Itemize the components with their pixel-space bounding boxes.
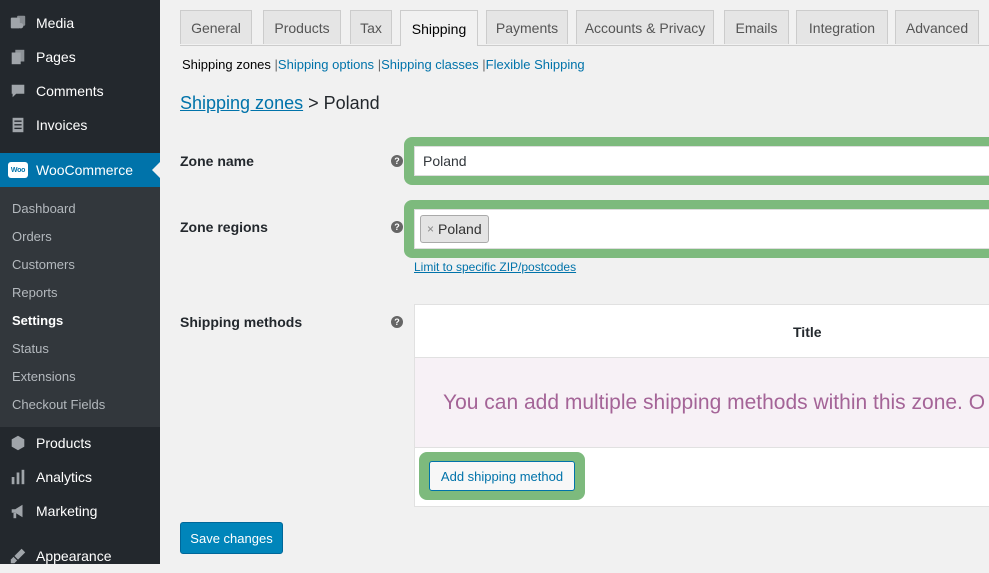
menu-item-invoices[interactable]: Invoices (0, 108, 160, 142)
tab-tax[interactable]: Tax (350, 10, 392, 44)
menu-item-pages[interactable]: Pages (0, 40, 160, 74)
column-title: Title (793, 324, 822, 340)
zone-name-label: Zone name (180, 153, 254, 169)
menu-label-marketing: Marketing (36, 503, 98, 519)
admin-sidebar: Media Pages Comments Invoices Woo WooCom… (0, 0, 160, 564)
menu-item-marketing[interactable]: Marketing (0, 494, 160, 528)
comments-icon (8, 81, 28, 101)
help-icon[interactable]: ? (391, 316, 403, 328)
submenu-dashboard[interactable]: Dashboard (12, 201, 76, 216)
blank-state-message: You can add multiple shipping methods wi… (443, 391, 986, 414)
help-icon[interactable]: ? (391, 155, 403, 167)
subsection-flexible-shipping[interactable]: Flexible Shipping (486, 57, 585, 72)
submenu-orders[interactable]: Orders (12, 229, 52, 244)
media-icon (8, 13, 28, 33)
woocommerce-submenu: Dashboard Orders Customers Reports Setti… (0, 187, 160, 427)
woocommerce-icon: Woo (8, 162, 28, 178)
subsection-shipping-options[interactable]: Shipping options (278, 57, 374, 72)
submenu-checkout-fields[interactable]: Checkout Fields (12, 397, 105, 412)
tab-shipping[interactable]: Shipping (400, 10, 478, 46)
menu-label-analytics: Analytics (36, 469, 93, 485)
save-changes-button[interactable]: Save changes (180, 522, 283, 554)
tab-advanced[interactable]: Advanced (895, 10, 979, 44)
menu-item-media[interactable]: Media (0, 6, 160, 40)
menu-label-comments: Comments (36, 83, 104, 99)
settings-tabs: General Products Tax Shipping Payments A… (180, 10, 989, 46)
menu-item-woocommerce[interactable]: Woo WooCommerce (0, 153, 160, 187)
tab-integration[interactable]: Integration (796, 10, 888, 44)
menu-label-woocommerce: WooCommerce (36, 162, 133, 178)
region-chip-label: Poland (438, 221, 482, 237)
menu-label-pages: Pages (36, 49, 76, 65)
invoices-icon (8, 115, 28, 135)
menu-label-appearance: Appearance (36, 548, 112, 564)
pages-icon (8, 47, 28, 67)
shipping-methods-label: Shipping methods (180, 314, 303, 330)
menu-label-invoices: Invoices (36, 117, 88, 133)
tab-general[interactable]: General (180, 10, 252, 44)
menu-item-products[interactable]: Products (0, 426, 160, 460)
subsection-shipping-classes[interactable]: Shipping classes (381, 57, 479, 72)
zone-regions-label: Zone regions (180, 219, 268, 235)
help-icon[interactable]: ? (391, 221, 403, 233)
zone-name-input[interactable]: Poland (414, 146, 989, 176)
blank-state-row: You can add multiple shipping methods wi… (415, 358, 989, 448)
appearance-icon (8, 546, 28, 566)
region-chip: × Poland (420, 215, 489, 243)
submenu-extensions[interactable]: Extensions (12, 369, 76, 384)
zone-regions-input[interactable]: × Poland (414, 209, 989, 249)
shipping-subsections: Shipping zones |Shipping options |Shippi… (182, 57, 585, 72)
limit-zip-link[interactable]: Limit to specific ZIP/postcodes (414, 260, 576, 274)
menu-item-appearance[interactable]: Appearance (0, 539, 160, 573)
breadcrumb-current: Poland (323, 93, 380, 113)
products-icon (8, 433, 28, 453)
add-shipping-method-button[interactable]: Add shipping method (429, 461, 575, 491)
tab-products[interactable]: Products (263, 10, 341, 44)
submenu-settings[interactable]: Settings (12, 313, 63, 328)
submenu-reports[interactable]: Reports (12, 285, 58, 300)
menu-label-media: Media (36, 15, 75, 31)
marketing-icon (8, 501, 28, 521)
tab-payments[interactable]: Payments (486, 10, 568, 44)
breadcrumb-shipping-zones[interactable]: Shipping zones (180, 93, 303, 113)
breadcrumb: Shipping zones > Poland (180, 93, 380, 114)
breadcrumb-separator: > (308, 93, 319, 113)
menu-item-analytics[interactable]: Analytics (0, 460, 160, 494)
menu-item-comments[interactable]: Comments (0, 74, 160, 108)
menu-label-products: Products (36, 435, 92, 451)
table-header: Title (415, 305, 989, 358)
submenu-customers[interactable]: Customers (12, 257, 75, 272)
remove-icon[interactable]: × (427, 222, 434, 236)
tab-accounts-privacy[interactable]: Accounts & Privacy (576, 10, 714, 44)
analytics-icon (8, 467, 28, 487)
subsection-shipping-zones[interactable]: Shipping zones (182, 57, 271, 72)
tab-emails[interactable]: Emails (724, 10, 789, 44)
main-content: General Products Tax Shipping Payments A… (160, 0, 989, 564)
submenu-status[interactable]: Status (12, 341, 49, 356)
